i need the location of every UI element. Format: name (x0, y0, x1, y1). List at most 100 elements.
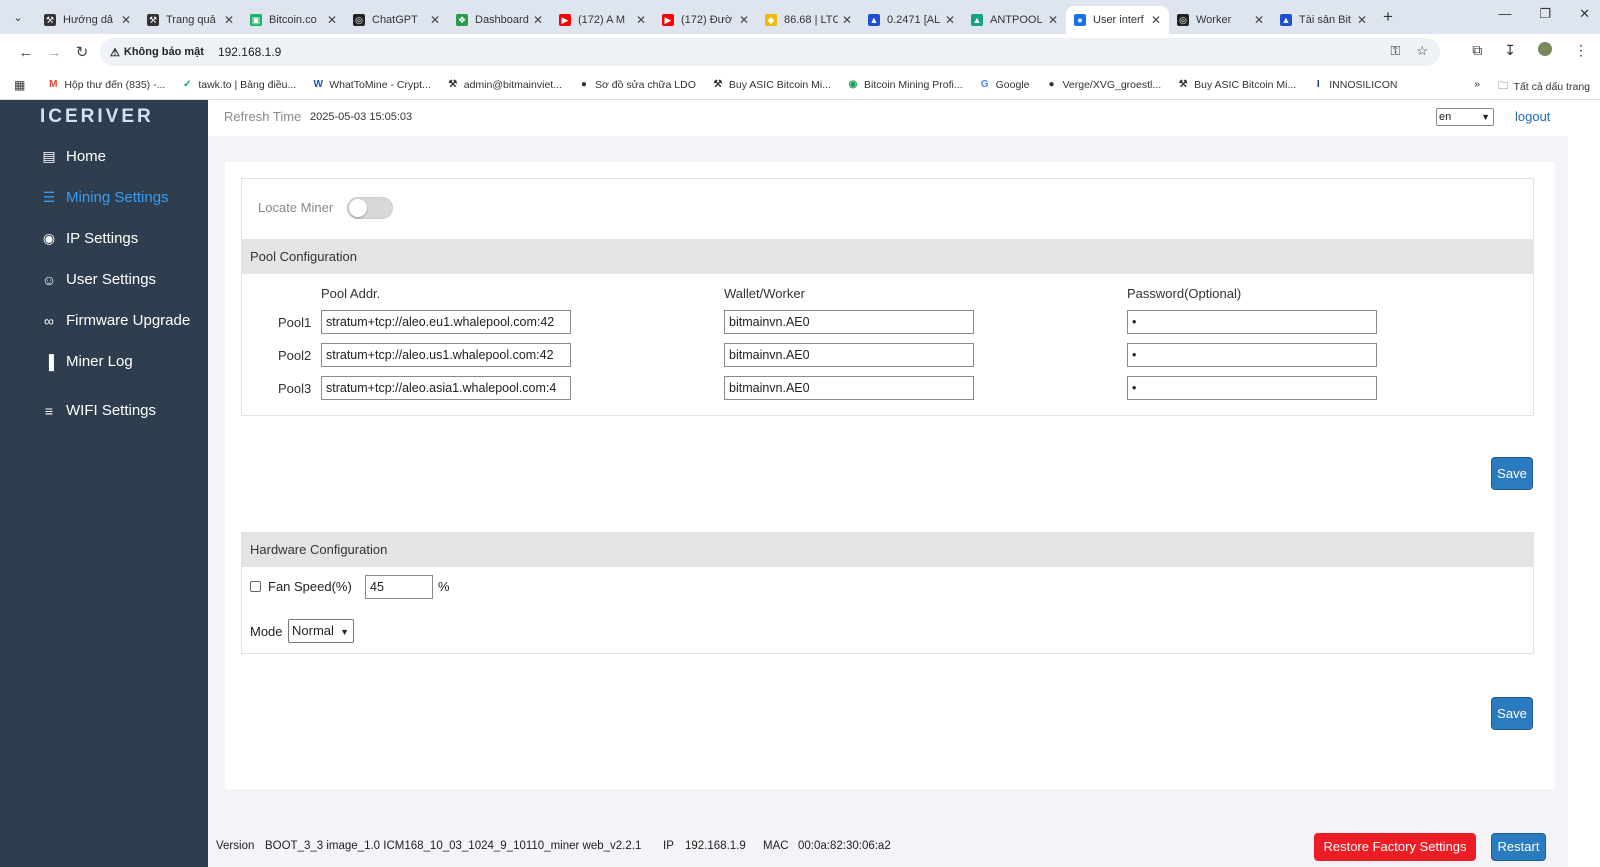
mode-select[interactable]: Normal ▼ (288, 619, 354, 643)
iceriver-logo: ICERIVER (40, 106, 154, 127)
wifi-router-icon: ≡ (44, 402, 54, 419)
password-input[interactable]: • (1127, 343, 1377, 367)
ip-label: IP (663, 840, 674, 852)
bookmark-item[interactable]: ✓ tawk.to | Bảng điều... (181, 79, 296, 91)
all-bookmarks-folder[interactable]: 🗀 Tất cả dấu trang (1498, 78, 1590, 96)
omnibox[interactable]: ⚠ Không bảo mật 192.168.1.9 ⚿ ☆ (100, 38, 1440, 66)
reload-icon[interactable]: ↻ (68, 43, 96, 61)
browser-tab[interactable]: ◎ Worker ✕ (1169, 6, 1272, 34)
profile-avatar-icon[interactable] (1538, 42, 1552, 56)
logout-link[interactable]: logout (1515, 109, 1550, 124)
tab-close-icon[interactable]: ✕ (1357, 13, 1367, 27)
language-select[interactable]: en ▼ (1436, 108, 1494, 126)
browser-tab[interactable]: ▲ 0.2471 [AL ✕ (860, 6, 963, 34)
tab-close-icon[interactable]: ✕ (430, 13, 440, 27)
tab-close-icon[interactable]: ✕ (224, 13, 234, 27)
wallet-worker-input[interactable]: bitmainvn.AE0 (724, 376, 974, 400)
save-hardware-button[interactable]: Save (1491, 697, 1533, 730)
bookmark-item[interactable]: ⚒ Buy ASIC Bitcoin Mi... (712, 79, 831, 91)
pool-addr-input[interactable]: stratum+tcp://aleo.eu1.whalepool.com:42 (321, 310, 571, 334)
sidebar-item-mining-settings[interactable]: ☰ Mining Settings (40, 189, 169, 206)
sidebar-item-home[interactable]: ▤ Home (40, 148, 106, 165)
tab-close-icon[interactable]: ✕ (327, 13, 337, 27)
bookmark-label: Buy ASIC Bitcoin Mi... (1194, 78, 1297, 91)
sidebar-item-firmware-upgrade[interactable]: ∞ Firmware Upgrade (40, 312, 190, 329)
browser-tab[interactable]: ▲ ANTPOOL ✕ (963, 6, 1066, 34)
miner-icon: ⚒ (44, 14, 56, 26)
sidebar-item-label: IP Settings (66, 230, 139, 247)
browser-tab[interactable]: ▶ (172) A M ✕ (551, 6, 654, 34)
tab-search-chevron-icon[interactable]: ⌄ (6, 5, 30, 29)
tab-close-icon[interactable]: ✕ (533, 13, 543, 27)
back-arrow-icon[interactable]: ← (12, 44, 40, 61)
tab-close-icon[interactable]: ✕ (636, 13, 646, 27)
browser-tab[interactable]: ⚒ Hướng dẫ ✕ (36, 6, 139, 34)
more-menu-icon[interactable]: ⋮ (1574, 42, 1588, 59)
browser-tab[interactable]: ▶ (172) Đườ ✕ (654, 6, 757, 34)
locate-miner-toggle[interactable] (347, 197, 393, 219)
sidebar-item-wifi-settings[interactable]: ≡ WIFI Settings (40, 402, 156, 419)
browser-tab[interactable]: ▣ Bitcoin.co ✕ (242, 6, 345, 34)
apps-grid-icon[interactable]: ▦ (14, 78, 25, 92)
extensions-puzzle-icon[interactable]: ⧉ (1472, 42, 1482, 59)
pool-addr-input[interactable]: stratum+tcp://aleo.asia1.whalepool.com:4 (321, 376, 571, 400)
browser-tab[interactable]: ▲ Tài sản Bit ✕ (1272, 6, 1375, 34)
bookmark-label: Hộp thư đến (835) -... (64, 78, 166, 91)
bookmark-item[interactable]: ◉ Bitcoin Mining Profi... (847, 79, 963, 91)
tab-title: (172) Đườ (681, 14, 733, 26)
tab-close-icon[interactable]: ✕ (739, 13, 749, 27)
password-column-header: Password(Optional) (1127, 286, 1242, 301)
url-text[interactable]: 192.168.1.9 (218, 45, 281, 59)
restore-factory-button[interactable]: Restore Factory Settings (1314, 833, 1476, 861)
bookmark-item[interactable]: ● Verge/XVG_groestl... (1045, 79, 1161, 91)
ip-value: 192.168.1.9 (685, 840, 746, 852)
tab-close-icon[interactable]: ✕ (121, 13, 131, 27)
pool-addr-input[interactable]: stratum+tcp://aleo.us1.whalepool.com:42 (321, 343, 571, 367)
tab-close-icon[interactable]: ✕ (945, 13, 955, 27)
youtube-icon: ▶ (559, 14, 571, 26)
bookmark-item[interactable]: ⚒ admin@bitmainviet... (447, 79, 562, 91)
bookmark-item[interactable]: G Google (979, 79, 1030, 91)
tab-title: Dashboard (475, 14, 529, 26)
tab-close-icon[interactable]: ✕ (1254, 13, 1264, 27)
password-key-icon[interactable]: ⚿ (1390, 43, 1400, 59)
sidebar-item-user-settings[interactable]: ☺ User Settings (40, 271, 156, 288)
bookmark-item[interactable]: M Hộp thư đến (835) -... (47, 79, 165, 91)
browser-tab[interactable]: ● User interf ✕ (1066, 6, 1169, 34)
window-controls: — ❐ ✕ (1498, 6, 1590, 22)
bookmark-star-icon[interactable]: ☆ (1416, 43, 1428, 59)
bookmark-item[interactable]: I INNOSILICON (1312, 78, 1398, 91)
fan-speed-input[interactable]: 45 (365, 575, 433, 599)
tab-close-icon[interactable]: ✕ (1048, 13, 1058, 27)
new-tab-plus-icon[interactable]: + (1383, 7, 1393, 27)
bookmark-item[interactable]: ⚒ Buy ASIC Bitcoin Mi... (1177, 78, 1297, 91)
restore-window-icon[interactable]: ❐ (1539, 6, 1551, 22)
close-window-icon[interactable]: ✕ (1579, 6, 1590, 22)
browser-tab[interactable]: ◆ 86.68 | LTC ✕ (757, 6, 860, 34)
bookmark-item[interactable]: ● Sơ đồ sửa chữa LDO (578, 79, 696, 91)
google-icon: G (980, 79, 989, 90)
wallet-worker-input[interactable]: bitmainvn.AE0 (724, 343, 974, 367)
tab-close-icon[interactable]: ✕ (842, 13, 852, 27)
globe-icon: ● (1048, 79, 1055, 90)
bookmark-label: INNOSILICON (1329, 78, 1398, 91)
restart-button[interactable]: Restart (1491, 833, 1546, 861)
browser-tab[interactable]: ❖ Dashboard ✕ (448, 6, 551, 34)
sidebar-item-miner-log[interactable]: ▐ Miner Log (40, 353, 133, 370)
download-icon[interactable]: ↧ (1504, 42, 1516, 59)
bookmark-item[interactable]: W WhatToMine - Crypt... (312, 79, 430, 91)
not-secure-indicator[interactable]: ⚠ Không bảo mật (110, 46, 214, 59)
browser-tab[interactable]: ◎ ChatGPT ✕ (345, 6, 448, 34)
fan-speed-checkbox[interactable] (250, 581, 261, 592)
minimize-icon[interactable]: — (1498, 6, 1511, 22)
browser-tab[interactable]: ⚒ Trang quả ✕ (139, 6, 242, 34)
bookmarks-more-chevron-icon[interactable]: » (1474, 78, 1480, 96)
password-input[interactable]: • (1127, 376, 1377, 400)
sidebar-item-label: Miner Log (66, 353, 133, 370)
password-input[interactable]: • (1127, 310, 1377, 334)
forward-arrow-icon[interactable]: → (40, 44, 68, 61)
tab-close-icon[interactable]: ✕ (1151, 13, 1161, 27)
sidebar-item-ip-settings[interactable]: ◉ IP Settings (40, 230, 138, 247)
wallet-worker-input[interactable]: bitmainvn.AE0 (724, 310, 974, 334)
save-pool-button[interactable]: Save (1491, 457, 1533, 490)
